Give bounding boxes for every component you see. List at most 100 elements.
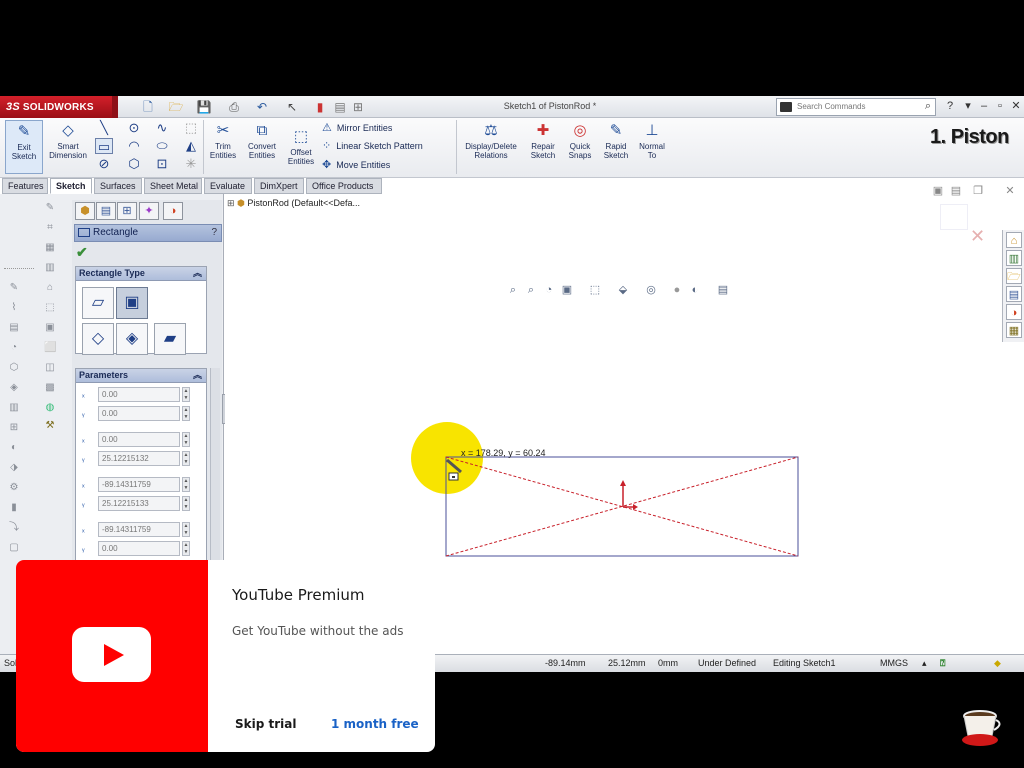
help-button[interactable]: ? — [211, 225, 217, 241]
tab-features[interactable]: Features — [2, 178, 48, 194]
linear-sketch-pattern-button[interactable]: ⁘ Linear Sketch Pattern — [322, 139, 423, 152]
property-manager-tab-icon[interactable]: ▤ — [96, 202, 116, 220]
param-y3-field[interactable]: 25.12215133 — [98, 496, 180, 511]
line-icon[interactable]: ╲ — [95, 120, 113, 136]
design-library-icon[interactable]: ▥ — [1006, 250, 1022, 266]
param-x3-field[interactable]: -89.14311759 — [98, 477, 180, 492]
param-y2-field[interactable]: 25.12215132 — [98, 451, 180, 466]
tab-sketch[interactable]: Sketch — [50, 178, 92, 194]
sketch-toolbar-icon[interactable]: ⌗ — [44, 222, 56, 234]
spin-arrows-icon[interactable]: ▲ ▼ — [182, 522, 190, 537]
skip-trial-button[interactable]: Skip trial — [235, 717, 296, 731]
sketch-toolbar-icon[interactable]: ⬜ — [44, 342, 56, 354]
display-manager-tab-icon[interactable]: ◑ — [163, 202, 183, 220]
dimxpert-manager-tab-icon[interactable]: ✦ — [139, 202, 159, 220]
tab-evaluate[interactable]: Evaluate — [204, 178, 252, 194]
maximize-button[interactable]: ▫ — [992, 99, 1008, 113]
tag-icon[interactable]: ◆ — [994, 655, 1001, 671]
polygon-icon[interactable]: ⬡ — [125, 156, 143, 172]
convert-entities-button[interactable]: ⧉ Convert Entities — [243, 120, 281, 174]
three-point-corner-rectangle-icon[interactable]: ◇ — [82, 323, 114, 355]
document-restore-button[interactable]: ❐ — [970, 184, 986, 198]
sketch-toolbar-icon[interactable]: ▤ — [8, 322, 20, 334]
print-icon[interactable]: ⎙ — [226, 99, 242, 115]
sketch-toolbar-icon[interactable]: ◐ — [8, 442, 20, 454]
plane-icon[interactable]: ✳ — [182, 156, 200, 172]
parallelogram-icon[interactable]: ▰ — [154, 323, 186, 355]
one-month-free-button[interactable]: 1 month free — [331, 717, 419, 731]
sketch-text-icon[interactable]: ⬚ — [182, 120, 200, 136]
tab-office-products[interactable]: Office Products — [306, 178, 382, 194]
spline-icon[interactable]: ∿ — [153, 120, 171, 136]
slot-icon[interactable]: ⊘ — [95, 156, 113, 172]
spin-arrows-icon[interactable]: ▲ ▼ — [182, 387, 190, 402]
param-y4-field[interactable]: 0.00 — [98, 541, 180, 556]
mirror-entities-button[interactable]: ⚠ Mirror Entities — [322, 121, 392, 134]
view-palette-icon[interactable]: ▤ — [1006, 286, 1022, 302]
document-tile-icon[interactable]: ▣ — [930, 184, 946, 198]
rapid-sketch-button[interactable]: ✎ Rapid Sketch — [597, 120, 635, 174]
minimize-button[interactable]: – — [976, 99, 992, 113]
spin-arrows-icon[interactable]: ▲ ▼ — [182, 432, 190, 447]
file-explorer-icon[interactable]: 🗁 — [1006, 268, 1022, 284]
spin-arrows-icon[interactable]: ▲ ▼ — [182, 496, 190, 511]
sketch-toolbar-icon[interactable]: ⌇ — [8, 302, 20, 314]
smart-tool-icon[interactable]: ⚒ — [44, 420, 56, 432]
new-document-icon[interactable]: 🗋 — [140, 99, 156, 115]
sketch-toolbar-icon[interactable]: ▦ — [44, 242, 56, 254]
trim-entities-button[interactable]: ✂ Trim Entities — [204, 120, 242, 174]
param-y1-field[interactable]: 0.00 — [98, 406, 180, 421]
sketch-toolbar-icon[interactable]: ⊞ — [8, 422, 20, 434]
move-entities-button[interactable]: ✥ Move Entities — [322, 158, 390, 171]
arc-icon[interactable]: ◠ — [125, 138, 143, 154]
sketch-toolbar-icon[interactable]: ✎ — [8, 282, 20, 294]
solidworks-logo[interactable]: 3S SOLIDWORKS — [0, 96, 112, 118]
sketch-toolbar-icon[interactable]: ▮ — [8, 502, 20, 514]
spin-arrows-icon[interactable]: ▲ ▼ — [182, 541, 190, 556]
select-cursor-icon[interactable]: ↖ — [284, 99, 300, 115]
exit-sketch-button[interactable]: ✎ Exit Sketch — [5, 120, 43, 174]
ok-checkmark-icon[interactable]: ✔ — [76, 244, 92, 260]
spin-arrows-icon[interactable]: ▲ ▼ — [182, 477, 190, 492]
rebuild-traffic-light-icon[interactable]: ▮ — [312, 99, 328, 115]
confirmation-corner-icon[interactable] — [940, 204, 968, 230]
tab-dimxpert[interactable]: DimXpert — [254, 178, 304, 194]
sketch-toolbar-icon[interactable]: ▥ — [44, 262, 56, 274]
save-icon[interactable]: 💾 — [196, 99, 212, 115]
three-point-center-rectangle-icon[interactable]: ◈ — [116, 323, 148, 355]
search-commands-input[interactable]: Search Commands ⌕ — [776, 98, 936, 116]
sketch-toolbar-icon[interactable]: ▢ — [8, 542, 20, 554]
configuration-manager-tab-icon[interactable]: ⊞ — [117, 202, 137, 220]
param-x1-field[interactable]: 0.00 — [98, 387, 180, 402]
unit-system[interactable]: MMGS — [880, 655, 908, 671]
help-dropdown-icon[interactable]: ▾ — [960, 99, 976, 113]
corner-rectangle-icon[interactable]: ▱ — [82, 287, 114, 319]
sketch-toolbar-icon[interactable]: ⚙ — [8, 482, 20, 494]
help-status-icon[interactable]: ⍰ — [940, 655, 945, 671]
document-minimize-button[interactable]: ▤ — [948, 184, 964, 198]
sketch-toolbar-icon[interactable]: ✎ — [44, 202, 56, 214]
circle-icon[interactable]: ⊙ — [125, 120, 143, 136]
units-dropdown-icon[interactable]: ▴ — [922, 655, 927, 671]
param-x4-field[interactable]: -89.14311759 — [98, 522, 180, 537]
undo-icon[interactable]: ↶ — [254, 99, 270, 115]
fillet-icon[interactable]: ◭ — [182, 138, 200, 154]
appearances-icon[interactable]: ◑ — [1006, 304, 1022, 320]
sketch-toolbar-icon[interactable]: ⤵ — [8, 522, 20, 534]
options-icon[interactable]: ⊞ — [350, 99, 366, 115]
spin-arrows-icon[interactable]: ▲ ▼ — [182, 406, 190, 421]
sketch-toolbar-icon[interactable]: ▣ — [44, 322, 56, 334]
tab-sheet-metal[interactable]: Sheet Metal — [144, 178, 202, 194]
sketch-toolbar-icon[interactable]: ◔ — [8, 342, 20, 354]
sketch-toolbar-icon[interactable]: ◈ — [8, 382, 20, 394]
parameters-header[interactable]: Parameters ︽ — [76, 369, 206, 383]
normal-to-button[interactable]: ⊥ Normal To — [633, 120, 671, 174]
display-delete-relations-button[interactable]: ⚖ Display/Delete Relations — [460, 120, 522, 174]
cancel-corner-icon[interactable]: ✕ — [970, 226, 985, 247]
rectangle-type-header[interactable]: Rectangle Type ︽ — [76, 267, 206, 281]
channel-logo-coffee-cup-icon[interactable] — [958, 702, 1002, 748]
search-icon[interactable]: ⌕ — [925, 98, 931, 114]
sketch-toolbar-icon[interactable]: ⌂ — [44, 282, 56, 294]
offset-entities-button[interactable]: ⬚ Offset Entities — [282, 126, 320, 180]
rectangle-icon[interactable]: ▭ — [95, 138, 113, 154]
